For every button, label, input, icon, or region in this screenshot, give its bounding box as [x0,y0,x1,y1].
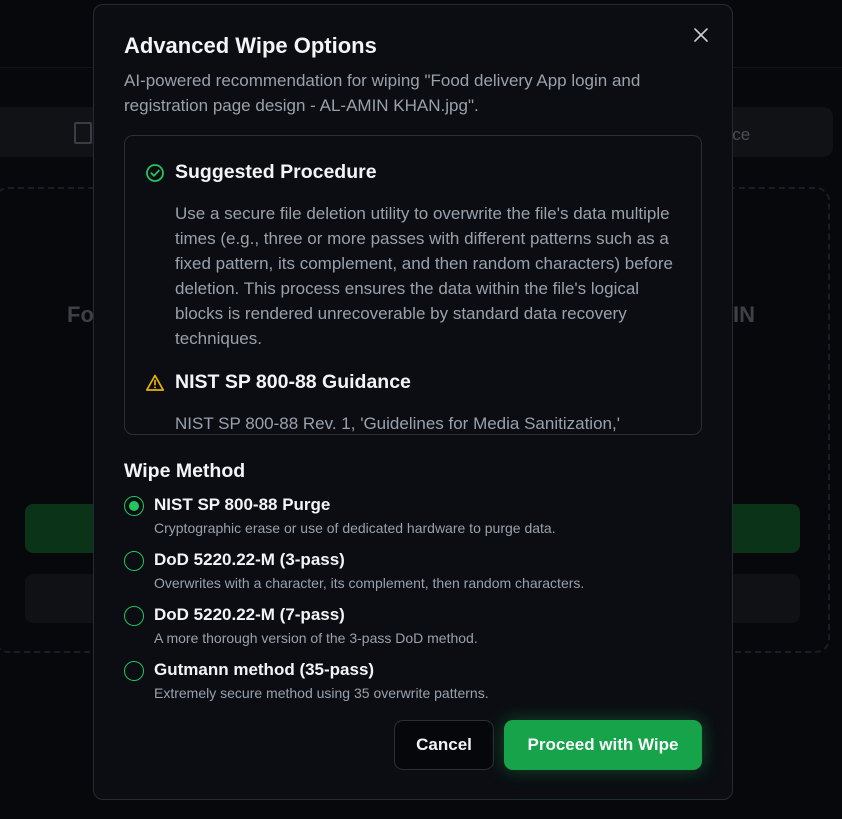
radio-selected-dot [128,500,139,511]
wipe-method-description: Cryptographic erase or use of dedicated … [154,520,556,536]
wipe-method-label: Gutmann method (35-pass) [154,660,375,679]
wipe-method-description: Overwrites with a character, its complem… [154,575,585,591]
radio-button[interactable] [124,496,144,516]
wipe-method-label: NIST SP 800-88 Purge [154,495,331,514]
wipe-method-description: Extremely secure method using 35 overwri… [154,685,489,701]
wipe-method-option-dod-7pass[interactable]: DoD 5220.22-M (7-pass) A more thorough v… [124,605,704,653]
wipe-method-description: A more thorough version of the 3-pass Do… [154,630,478,646]
dialog-description: AI-powered recommendation for wiping "Fo… [124,71,641,115]
nist-guidance-heading: NIST SP 800-88 Guidance [175,371,411,393]
dialog-title: Advanced Wipe Options [124,33,377,58]
close-button[interactable] [691,25,711,45]
advanced-wipe-dialog: Advanced Wipe Options AI-powered recomme… [93,4,733,800]
file-icon [74,122,92,144]
radio-button[interactable] [124,661,144,681]
background-file-title-left: Fo [67,302,94,327]
check-circle-icon [145,163,165,183]
wipe-method-heading: Wipe Method [124,460,246,482]
wipe-method-option-dod-3pass[interactable]: DoD 5220.22-M (3-pass) Overwrites with a… [124,550,704,598]
recommendation-panel[interactable]: Suggested Procedure Use a secure file de… [124,135,702,435]
close-icon [694,28,708,42]
cancel-button[interactable]: Cancel [394,720,494,770]
nist-guidance-text: NIST SP 800-88 Rev. 1, 'Guidelines for M… [175,414,620,433]
nist-guidance-section: NIST SP 800-88 Guidance NIST SP 800-88 R… [145,371,685,434]
wipe-method-label: DoD 5220.22-M (7-pass) [154,605,345,624]
proceed-with-wipe-button[interactable]: Proceed with Wipe [504,720,702,770]
suggested-procedure-text: Use a secure file deletion utility to ov… [175,204,673,348]
radio-button[interactable] [124,606,144,626]
wipe-method-option-gutmann[interactable]: Gutmann method (35-pass) Extremely secur… [124,660,704,708]
warning-triangle-icon [145,373,165,393]
background-file-title-right: IN [733,302,755,327]
wipe-method-label: DoD 5220.22-M (3-pass) [154,550,345,569]
wipe-method-option-nist-purge[interactable]: NIST SP 800-88 Purge Cryptographic erase… [124,495,704,543]
radio-button[interactable] [124,551,144,571]
suggested-procedure-heading: Suggested Procedure [175,161,377,183]
suggested-procedure-section: Suggested Procedure Use a secure file de… [145,161,685,351]
